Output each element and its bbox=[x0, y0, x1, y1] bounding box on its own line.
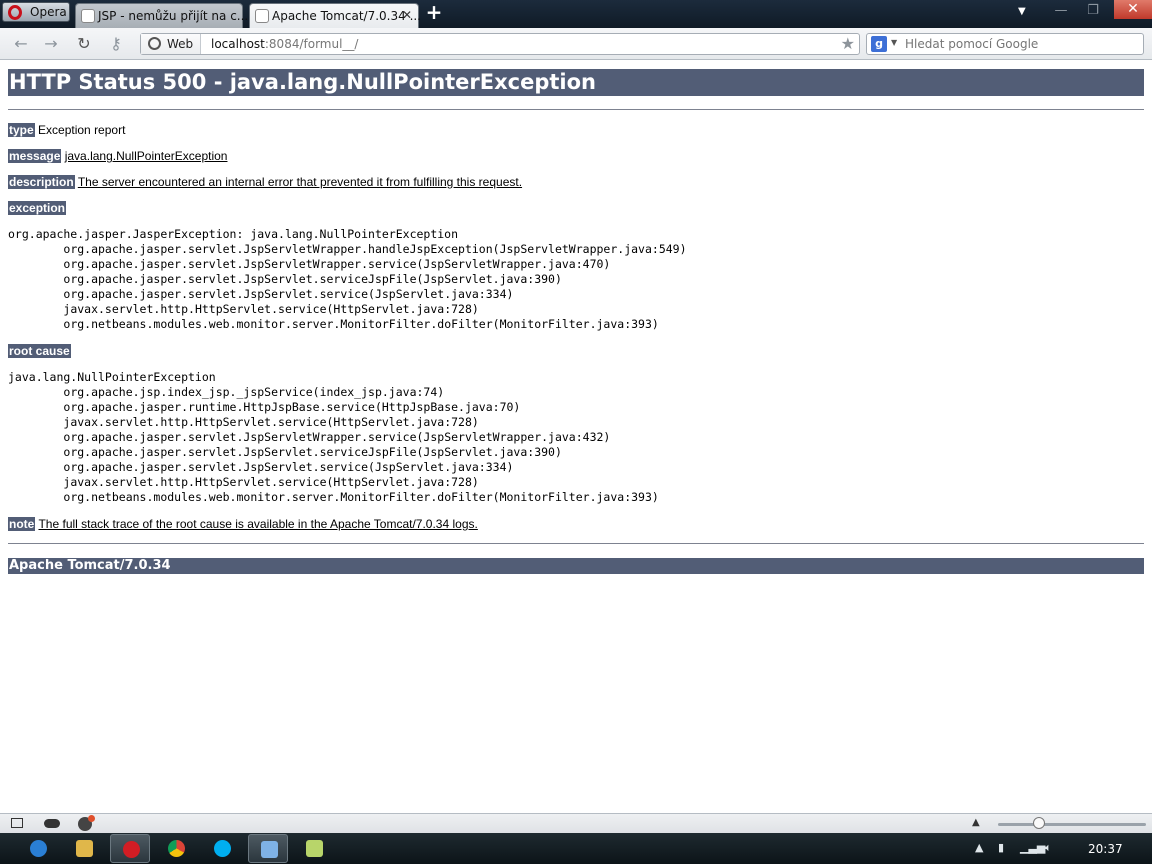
server-footer: Apache Tomcat/7.0.34 bbox=[8, 558, 1144, 574]
tab-apache-tomcat[interactable]: Apache Tomcat/7.0.34 ... ✕ bbox=[249, 3, 422, 28]
taskbar-skype-button[interactable] bbox=[202, 834, 242, 863]
folder-icon bbox=[76, 840, 93, 857]
tray-device-icon[interactable]: ▮ bbox=[998, 841, 1004, 854]
root-cause-label: root cause bbox=[8, 344, 71, 358]
page-title: HTTP Status 500 - java.lang.NullPointerE… bbox=[8, 69, 1144, 96]
search-input[interactable] bbox=[905, 36, 1139, 52]
exception-label: exception bbox=[8, 201, 67, 215]
minimize-icon[interactable]: — bbox=[1046, 2, 1076, 20]
tab-close-icon[interactable]: ✕ bbox=[402, 8, 412, 22]
chrome-icon bbox=[168, 840, 185, 857]
page-content: HTTP Status 500 - java.lang.NullPointerE… bbox=[0, 61, 1152, 813]
page-favicon-icon bbox=[81, 9, 95, 23]
message-row: message java.lang.NullPointerException bbox=[8, 149, 227, 163]
close-window-icon[interactable]: ✕ bbox=[1114, 0, 1152, 19]
web-badge[interactable]: Web bbox=[141, 34, 201, 54]
tab-bar: Opera JSP - nemůžu přijít na c... Apache… bbox=[0, 0, 1152, 28]
new-tab-button[interactable]: + bbox=[424, 2, 444, 23]
exception-row: exception bbox=[8, 201, 67, 215]
url-text[interactable]: localhost:8084/formul__/ bbox=[211, 37, 358, 51]
taskbar-ie-button[interactable] bbox=[18, 834, 58, 863]
type-row: type Exception report bbox=[8, 123, 125, 137]
opera-unite-cloud-icon[interactable] bbox=[44, 819, 60, 828]
tab-label: JSP - nemůžu přijít na c... bbox=[98, 9, 249, 23]
taskbar-chrome-button[interactable] bbox=[156, 834, 196, 863]
tab-jsp-forum[interactable]: JSP - nemůžu přijít na c... bbox=[75, 3, 248, 28]
opera-icon bbox=[123, 841, 140, 858]
turbo-icon[interactable] bbox=[78, 815, 95, 831]
zoom-slider-thumb[interactable] bbox=[1033, 817, 1045, 829]
google-icon[interactable]: g bbox=[871, 36, 887, 52]
app-icon bbox=[306, 840, 323, 857]
skype-icon bbox=[214, 840, 231, 857]
search-engine-dropdown-icon[interactable]: ▼ bbox=[891, 38, 897, 47]
page-favicon-icon bbox=[255, 9, 269, 23]
netbeans-cube-icon bbox=[261, 841, 278, 858]
message-value: java.lang.NullPointerException bbox=[64, 149, 228, 163]
divider bbox=[8, 109, 1144, 110]
description-row: description The server encountered an in… bbox=[8, 175, 522, 189]
type-label: type bbox=[8, 123, 35, 137]
zoom-slider-track[interactable] bbox=[998, 823, 1146, 826]
taskbar-clock[interactable]: 20:37 bbox=[1088, 842, 1123, 856]
restore-icon[interactable]: ❐ bbox=[1078, 2, 1108, 20]
taskbar-app-button[interactable] bbox=[294, 834, 334, 863]
zoom-arrow-up-icon[interactable]: ▲ bbox=[972, 817, 980, 828]
note-row: note The full stack trace of the root ca… bbox=[8, 517, 478, 531]
divider bbox=[8, 543, 1144, 544]
message-label: message bbox=[8, 149, 62, 163]
opera-menu-button[interactable]: Opera bbox=[2, 2, 70, 22]
description-value: The server encountered an internal error… bbox=[77, 175, 523, 189]
taskbar-explorer-button[interactable] bbox=[64, 834, 104, 863]
tab-menu-chevron-icon[interactable]: ▼ bbox=[1018, 6, 1026, 17]
globe-icon bbox=[148, 37, 161, 50]
tray-expand-icon[interactable]: ▲ bbox=[975, 841, 983, 854]
root-cause-row: root cause bbox=[8, 344, 71, 358]
search-box[interactable]: g ▼ bbox=[866, 33, 1144, 55]
forward-arrow-icon[interactable]: → bbox=[40, 34, 62, 54]
root-cause-stack-trace: java.lang.NullPointerException org.apach… bbox=[8, 370, 659, 504]
key-icon[interactable]: ⚷ bbox=[105, 34, 127, 54]
network-signal-icon[interactable]: ▁▃▅ bbox=[1020, 841, 1045, 854]
reload-icon[interactable]: ↻ bbox=[73, 34, 95, 54]
type-value: Exception report bbox=[38, 123, 126, 137]
panel-toggle-icon[interactable] bbox=[11, 818, 23, 828]
url-path: :8084/formul__/ bbox=[264, 37, 359, 51]
ie-icon bbox=[30, 840, 47, 857]
status-bar: ▲ bbox=[0, 813, 1152, 833]
note-label: note bbox=[8, 517, 36, 531]
taskbar-netbeans-button[interactable] bbox=[248, 834, 288, 863]
address-toolbar: ← → ↻ ⚷ Web localhost:8084/formul__/ ★ g… bbox=[0, 28, 1152, 60]
description-label: description bbox=[8, 175, 75, 189]
url-host: localhost bbox=[211, 37, 265, 51]
taskbar-opera-button[interactable] bbox=[110, 834, 150, 863]
windows-taskbar: ▲ ▮ ▁▃▅ 🔈︎ 20:37 bbox=[0, 833, 1152, 864]
volume-icon[interactable]: 🔈︎ bbox=[1045, 841, 1052, 855]
opera-menu-label: Opera bbox=[30, 5, 67, 19]
exception-stack-trace: org.apache.jasper.JasperException: java.… bbox=[8, 227, 687, 331]
web-badge-label: Web bbox=[167, 37, 194, 51]
note-value: The full stack trace of the root cause i… bbox=[38, 517, 478, 531]
bookmark-star-icon[interactable]: ★ bbox=[841, 34, 855, 53]
tab-label: Apache Tomcat/7.0.34 ... bbox=[272, 9, 422, 23]
address-bar[interactable]: Web localhost:8084/formul__/ ★ bbox=[140, 33, 860, 55]
opera-logo-icon bbox=[8, 5, 22, 20]
back-arrow-icon[interactable]: ← bbox=[10, 34, 32, 54]
